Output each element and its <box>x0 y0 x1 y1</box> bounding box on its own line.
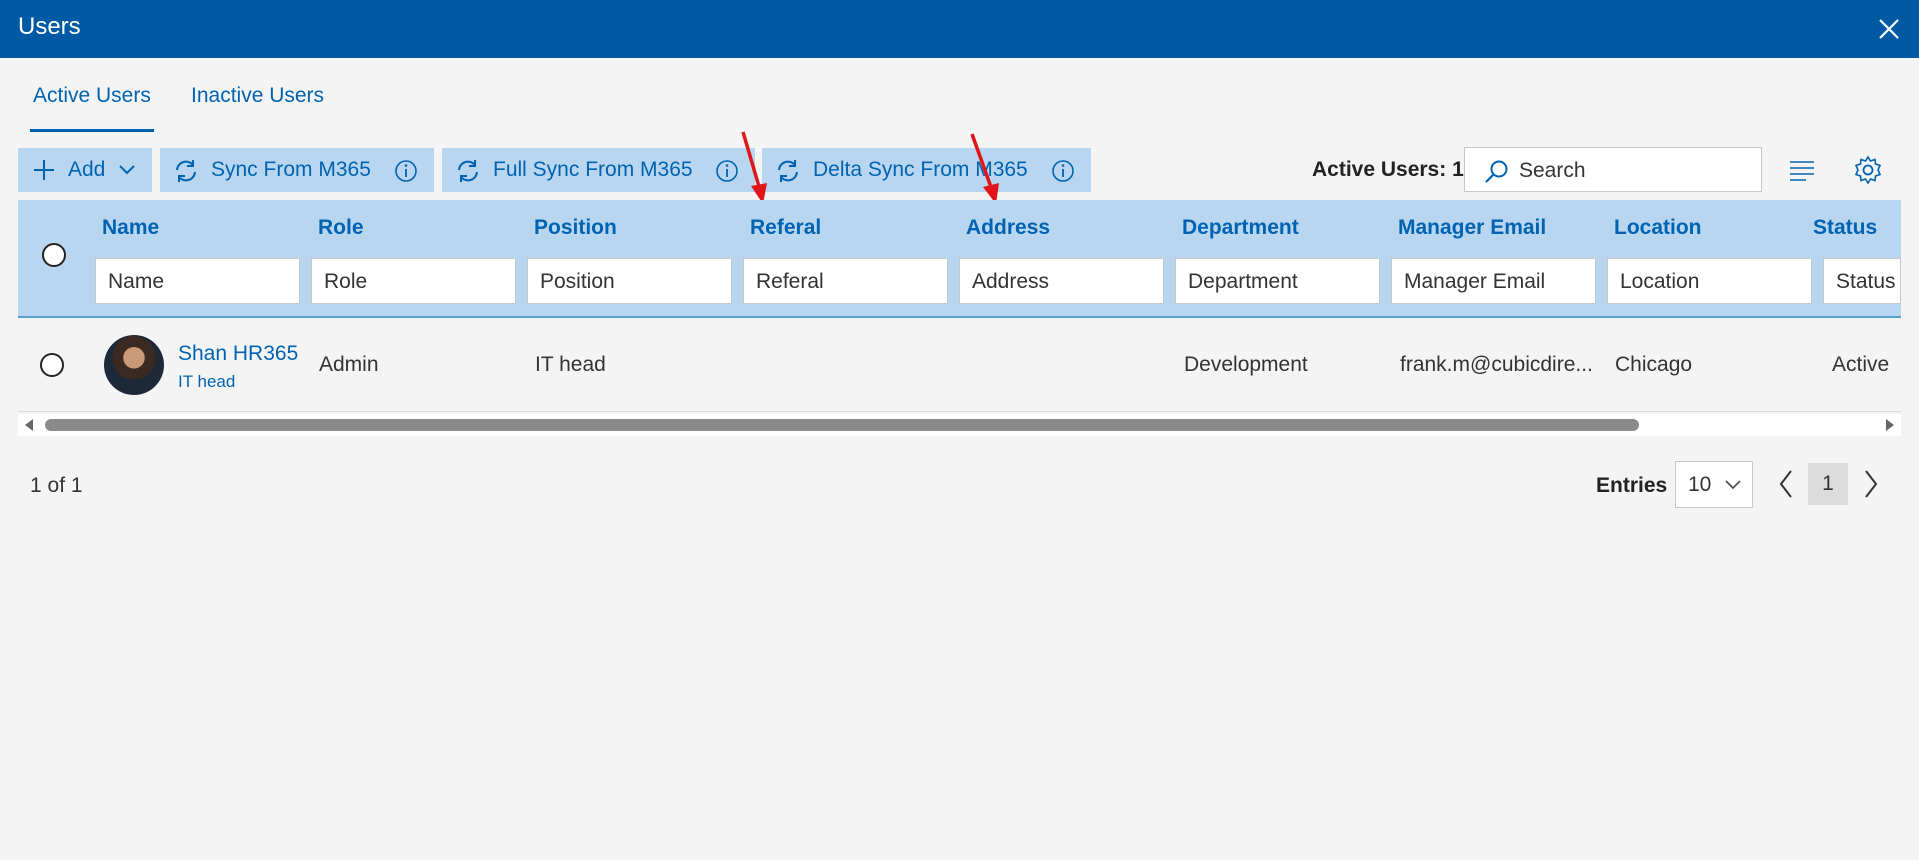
grid-header: Name Role Position Referal Address Depar… <box>18 200 1901 318</box>
tab-active-users-label: Active Users <box>33 84 151 107</box>
filter-address-input[interactable]: Address <box>959 258 1164 304</box>
annotation-arrow <box>741 131 767 204</box>
table-row[interactable]: Shan HR365 IT head Admin IT head Develop… <box>18 320 1901 412</box>
filter-position-placeholder: Position <box>540 270 615 293</box>
column-header-name[interactable]: Name <box>102 216 159 240</box>
filter-department-input[interactable]: Department <box>1175 258 1380 304</box>
add-button[interactable]: Add <box>18 148 152 192</box>
cell-role: Admin <box>319 353 379 376</box>
cell-status: Active <box>1832 353 1890 376</box>
info-icon[interactable] <box>1051 159 1075 183</box>
scroll-right-icon[interactable] <box>1883 418 1897 432</box>
title-bar: Users <box>0 0 1919 58</box>
filter-position-input[interactable]: Position <box>527 258 732 304</box>
filter-role-placeholder: Role <box>324 270 368 293</box>
column-header-status[interactable]: Status <box>1813 216 1877 240</box>
entries-select[interactable]: 10 <box>1675 461 1753 508</box>
column-header-department[interactable]: Department <box>1182 216 1299 240</box>
full-sync-button-label: Full Sync From M365 <box>493 158 693 181</box>
sync-icon <box>778 160 798 182</box>
row-select-radio[interactable] <box>40 353 64 377</box>
user-name-link[interactable]: Shan HR365 <box>178 342 298 366</box>
filter-name-placeholder: Name <box>108 270 165 293</box>
column-header-manager-email[interactable]: Manager Email <box>1398 216 1546 240</box>
cell-manager-email: frank.m@cubicdire... <box>1400 353 1593 376</box>
entries-value: 10 <box>1688 473 1712 496</box>
filter-referal-placeholder: Referal <box>756 270 824 293</box>
search-placeholder: Search <box>1519 159 1586 182</box>
cell-location: Chicago <box>1615 353 1693 376</box>
horizontal-scrollbar[interactable] <box>18 414 1901 436</box>
tab-active-users[interactable]: Active Users <box>30 84 154 132</box>
filter-address-placeholder: Address <box>972 270 1050 293</box>
tab-inactive-users-label: Inactive Users <box>191 84 325 107</box>
user-subtitle: IT head <box>178 372 236 391</box>
filter-name-input[interactable]: Name <box>95 258 300 304</box>
scrollbar-thumb[interactable] <box>45 419 1639 431</box>
column-header-role[interactable]: Role <box>318 216 364 240</box>
delta-sync-from-m365-button[interactable]: Delta Sync From M365 <box>762 148 1091 192</box>
entries-label: Entries <box>1596 474 1668 497</box>
info-icon[interactable] <box>394 159 418 183</box>
column-header-address[interactable]: Address <box>966 216 1050 240</box>
search-icon <box>1485 160 1508 183</box>
filter-status-input[interactable]: Status <box>1823 258 1901 304</box>
filter-manager-email-input[interactable]: Manager Email <box>1391 258 1596 304</box>
filter-referal-input[interactable]: Referal <box>743 258 948 304</box>
filter-role-input[interactable]: Role <box>311 258 516 304</box>
filter-location-placeholder: Location <box>1620 270 1700 293</box>
active-users-count: Active Users: 1 <box>1312 158 1464 181</box>
chevron-right-icon[interactable] <box>1860 465 1882 503</box>
column-header-position[interactable]: Position <box>534 216 617 240</box>
annotation-arrow <box>970 133 999 204</box>
sync-from-m365-button[interactable]: Sync From M365 <box>160 148 434 192</box>
tab-inactive-users[interactable]: Inactive Users <box>191 84 324 108</box>
select-all-radio[interactable] <box>42 243 66 267</box>
filter-manager-email-placeholder: Manager Email <box>1404 270 1546 293</box>
add-button-label: Add <box>68 158 106 181</box>
plus-icon <box>34 160 54 180</box>
cell-department: Development <box>1184 353 1308 376</box>
search-input[interactable]: Search <box>1464 147 1762 192</box>
filter-location-input[interactable]: Location <box>1607 258 1812 304</box>
text-align-icon[interactable] <box>1788 158 1816 182</box>
chevron-down-icon[interactable] <box>118 162 136 178</box>
gear-icon[interactable] <box>1853 155 1883 185</box>
page-info: 1 of 1 <box>30 474 83 497</box>
cell-position: IT head <box>535 353 606 376</box>
avatar <box>104 335 164 395</box>
column-header-referal[interactable]: Referal <box>750 216 821 240</box>
page-number-button[interactable]: 1 <box>1808 463 1848 505</box>
filter-department-placeholder: Department <box>1188 270 1298 293</box>
chevron-down-icon <box>1725 480 1741 490</box>
scroll-left-icon[interactable] <box>22 418 36 432</box>
sync-button-label: Sync From M365 <box>211 158 371 181</box>
sync-icon <box>176 160 196 182</box>
full-sync-from-m365-button[interactable]: Full Sync From M365 <box>442 148 755 192</box>
tab-active-underline <box>30 129 154 132</box>
sync-icon <box>458 160 478 182</box>
close-icon[interactable] <box>1873 13 1905 45</box>
chevron-left-icon[interactable] <box>1775 465 1797 503</box>
window-title: Users <box>18 13 81 40</box>
column-header-location[interactable]: Location <box>1614 216 1702 240</box>
filter-status-placeholder: Status <box>1836 270 1896 293</box>
